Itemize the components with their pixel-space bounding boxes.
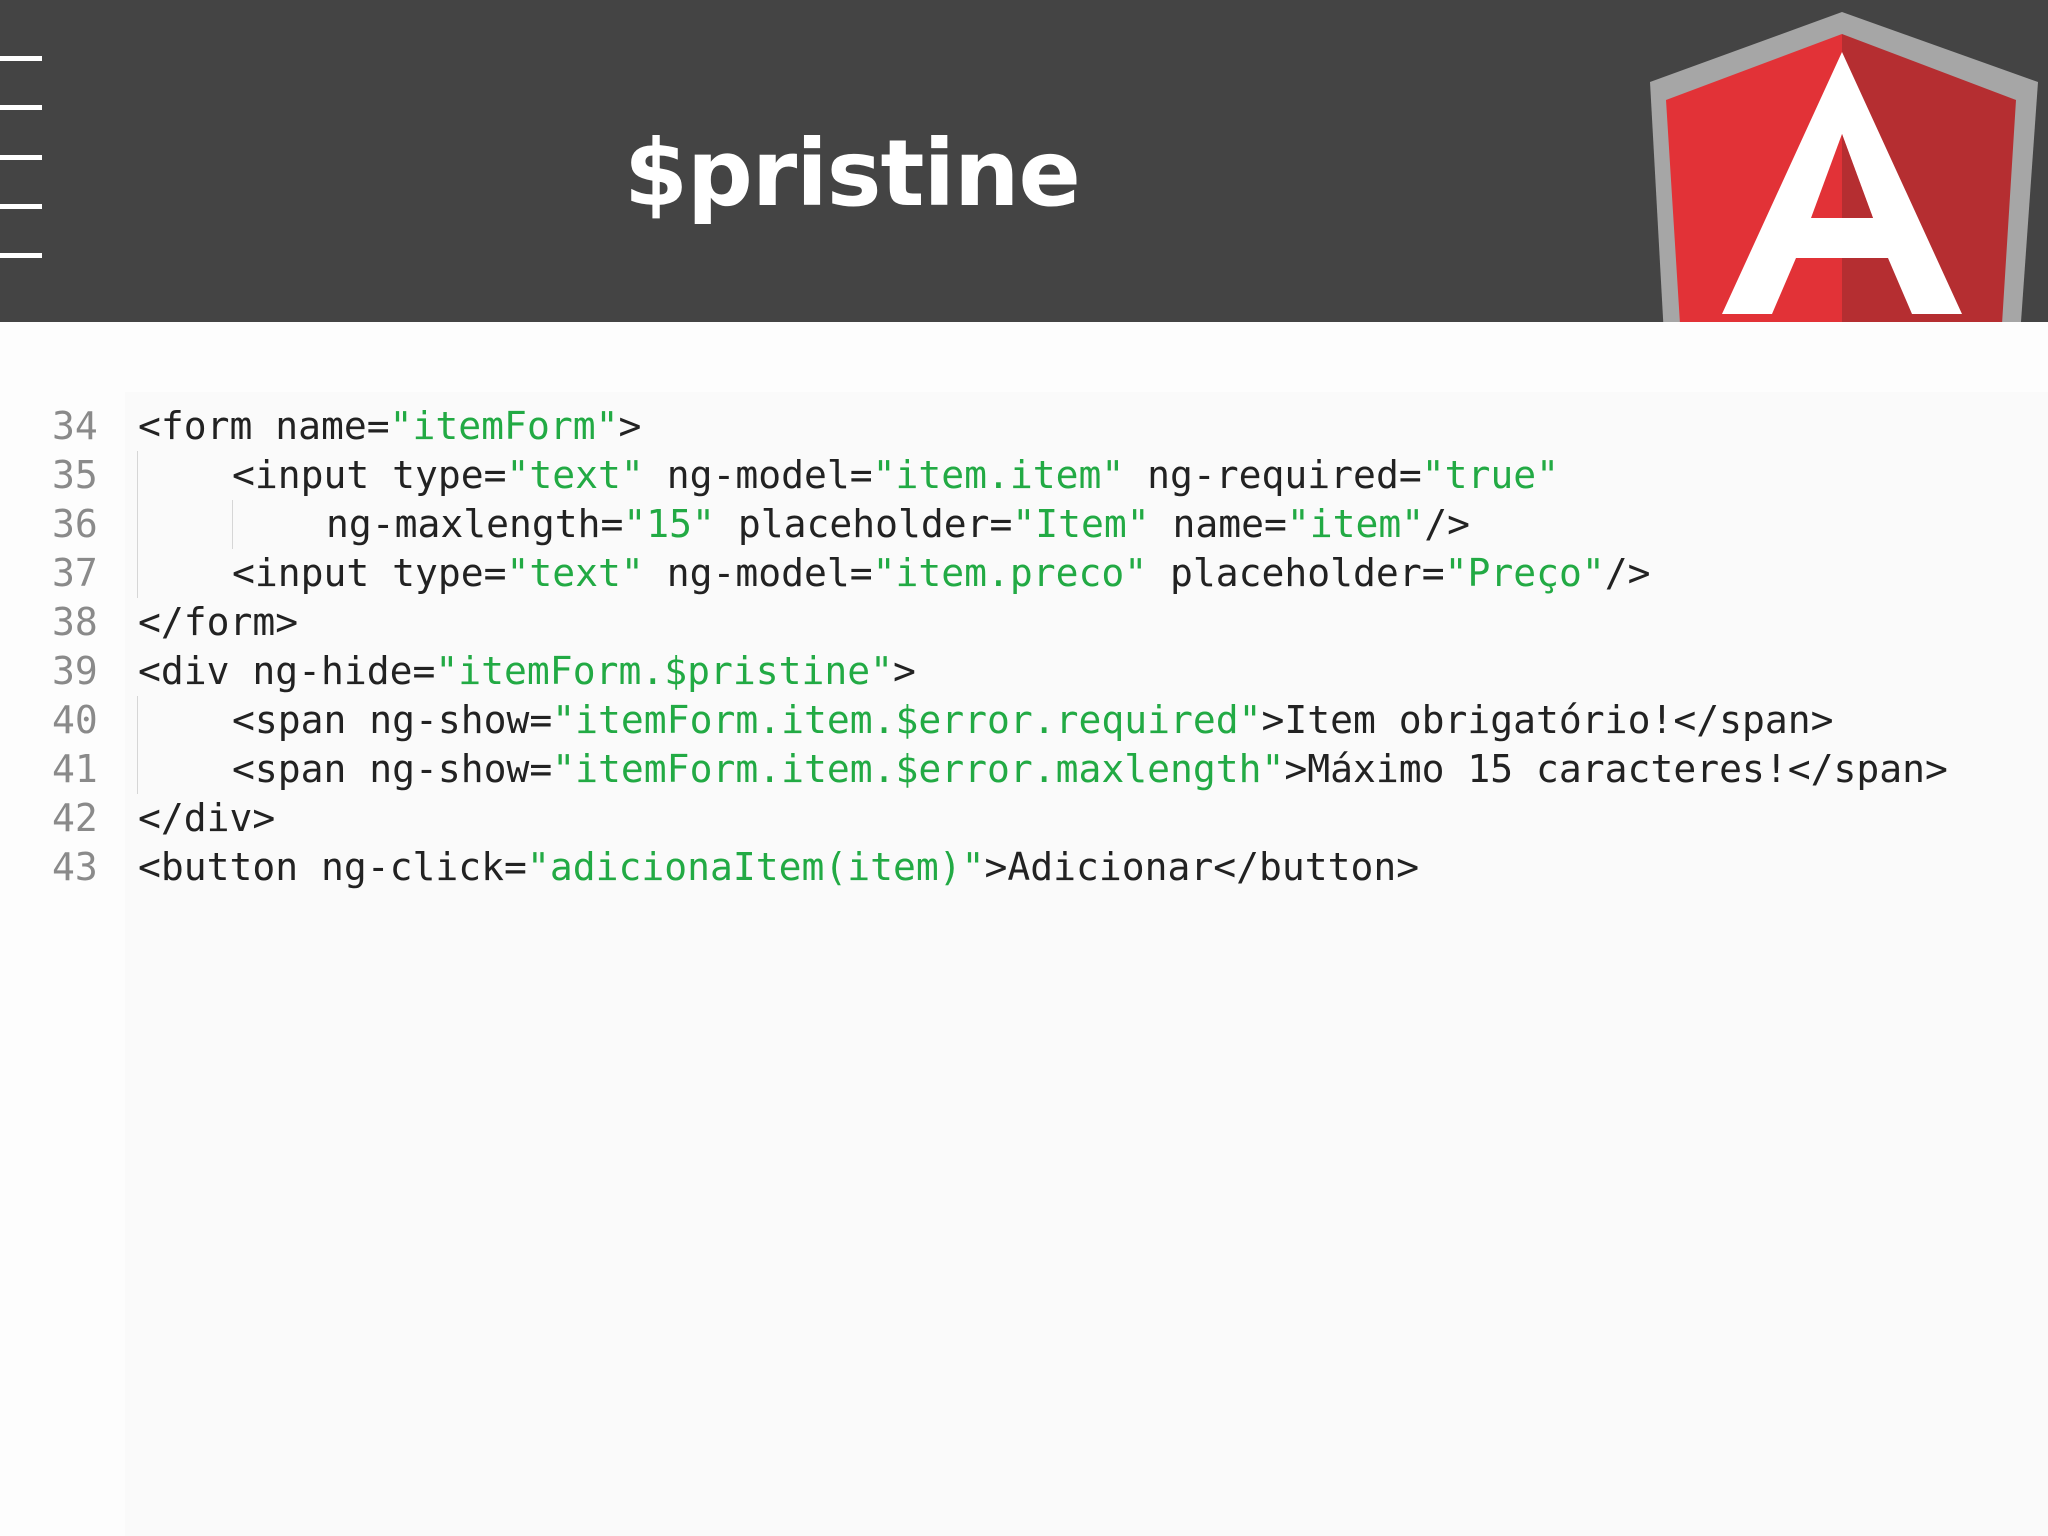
code-token: <input type=	[232, 453, 507, 497]
code-token: >Item obrigatório!</span>	[1261, 698, 1834, 742]
code-text: <form name="itemForm">	[138, 402, 641, 450]
string-literal-token: "item"	[1286, 502, 1425, 546]
code-token: </div>	[138, 796, 276, 840]
code-token: name=	[1149, 502, 1287, 546]
code-token: placeholder=	[714, 502, 1013, 546]
code-text: </div>	[138, 794, 275, 842]
line-number: 40	[52, 698, 98, 742]
code-token: <form name=	[138, 404, 390, 448]
string-literal-token: "true"	[1421, 453, 1559, 497]
code-line: 40 <span ng-show="itemForm.item.$error.re…	[0, 696, 2048, 745]
menu-line	[0, 253, 42, 258]
menu-line	[0, 204, 42, 209]
code-text: ng-maxlength="15" placeholder="Item" nam…	[326, 500, 1470, 548]
string-literal-token: "Preço"	[1444, 551, 1605, 595]
line-number: 38	[52, 600, 98, 644]
indent-guide	[137, 451, 138, 500]
string-literal-token: "text"	[506, 551, 644, 595]
code-line: 37 <input type="text" ng-model="item.prec…	[0, 549, 2048, 598]
code-token: >Máximo 15 caracteres!</span>	[1284, 747, 1948, 791]
indent-guide	[137, 500, 138, 549]
code-text: <input type="text" ng-model="item.item" …	[232, 451, 1559, 499]
menu-line	[0, 155, 42, 160]
code-token: ng-maxlength=	[326, 502, 624, 546]
line-number: 43	[52, 845, 98, 889]
code-text: <div ng-hide="itemForm.$pristine">	[138, 647, 916, 695]
code-token: ng-model=	[643, 551, 873, 595]
code-text: </form>	[138, 598, 298, 646]
line-number: 34	[52, 404, 98, 448]
code-token: <input type=	[232, 551, 507, 595]
code-text: <span ng-show="itemForm.item.$error.requ…	[232, 696, 1833, 744]
code-token: placeholder=	[1147, 551, 1445, 595]
code-token: >	[618, 404, 642, 448]
code-token: ng-required=	[1124, 453, 1422, 497]
code-token: </form>	[138, 600, 299, 644]
indent-guide	[232, 500, 233, 549]
menu-line	[0, 105, 42, 110]
code-token: >	[892, 649, 916, 693]
code-line: 35 <input type="text" ng-model="item.item…	[0, 451, 2048, 500]
code-line: 39 <div ng-hide="itemForm.$pristine">	[0, 647, 2048, 695]
code-token: <div ng-hide=	[138, 649, 436, 693]
line-number: 39	[52, 649, 98, 693]
line-number: 41	[52, 747, 98, 791]
string-literal-token: "item.item"	[872, 453, 1125, 497]
string-literal-token: "15"	[623, 502, 715, 546]
code-token: />	[1604, 551, 1651, 595]
hamburger-menu-icon[interactable]	[0, 56, 44, 268]
code-token: >Adicionar</button>	[984, 845, 1420, 889]
line-number: 37	[52, 551, 98, 595]
code-token: <button ng-click=	[138, 845, 527, 889]
code-text: <span ng-show="itemForm.item.$error.maxl…	[232, 745, 1948, 793]
code-line: 38 </form>	[0, 598, 2048, 646]
code-line: 41 <span ng-show="itemForm.item.$error.ma…	[0, 745, 2048, 794]
line-number: 35	[52, 453, 98, 497]
indent-guide	[137, 696, 138, 745]
line-number: 42	[52, 796, 98, 840]
string-literal-token: "text"	[506, 453, 644, 497]
string-literal-token: "Item"	[1012, 502, 1150, 546]
indent-guide	[137, 549, 138, 598]
code-token: ng-model=	[643, 453, 873, 497]
code-token: />	[1424, 502, 1470, 546]
code-text: <input type="text" ng-model="item.preco"…	[232, 549, 1651, 597]
indent-guide	[137, 745, 138, 794]
code-line: 43 <button ng-click="adicionaItem(item)">…	[0, 843, 2048, 891]
menu-line	[0, 56, 42, 61]
code-line: 34 <form name="itemForm">	[0, 402, 2048, 450]
code-line: 42 </div>	[0, 794, 2048, 842]
string-literal-token: "item.preco"	[872, 551, 1148, 595]
slide-title: $pristine	[624, 120, 1081, 227]
string-literal-token: "itemForm.item.$error.required"	[552, 698, 1262, 742]
line-number: 36	[52, 502, 98, 546]
string-literal-token: "adicionaItem(item)"	[526, 845, 985, 889]
code-token: <span ng-show=	[232, 698, 553, 742]
code-text: <button ng-click="adicionaItem(item)">Ad…	[138, 843, 1419, 891]
code-line: 36 ng-maxlength="15" placeholder="Item" n…	[0, 500, 2048, 549]
string-literal-token: "itemForm.$pristine"	[435, 649, 893, 693]
code-token: <span ng-show=	[232, 747, 553, 791]
string-literal-token: "itemForm"	[389, 404, 619, 448]
string-literal-token: "itemForm.item.$error.maxlength"	[552, 747, 1285, 791]
